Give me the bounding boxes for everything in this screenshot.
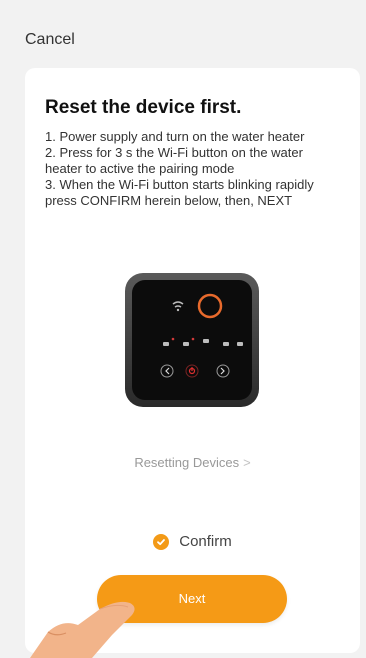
resetting-devices-link[interactable]: Resetting Devices >	[25, 455, 360, 470]
instruction-line: 2. Press for 3 s the Wi-Fi button on the…	[45, 145, 303, 160]
instruction-line: press CONFIRM herein below, then, NEXT	[45, 193, 293, 208]
page-title: Reset the device first.	[45, 97, 242, 118]
hand-pointer-icon	[30, 601, 135, 658]
chevron-right-icon: >	[243, 455, 251, 470]
content-card: Reset the device first. 1. Power supply …	[25, 68, 360, 653]
confirm-checkbox[interactable]: Confirm	[25, 533, 360, 550]
instruction-line: 3. When the Wi-Fi button starts blinking…	[45, 177, 314, 192]
resetting-devices-label: Resetting Devices	[134, 455, 240, 470]
top-bar: Cancel	[0, 0, 366, 60]
confirm-label: Confirm	[179, 533, 232, 550]
checkmark-icon	[153, 533, 170, 550]
instruction-line: heater to active the pairing mode	[45, 161, 235, 176]
device-image	[125, 273, 259, 407]
instruction-line: 1. Power supply and turn on the water he…	[45, 129, 305, 144]
cancel-button[interactable]: Cancel	[25, 30, 75, 50]
instructions: 1. Power supply and turn on the water he…	[45, 129, 345, 209]
